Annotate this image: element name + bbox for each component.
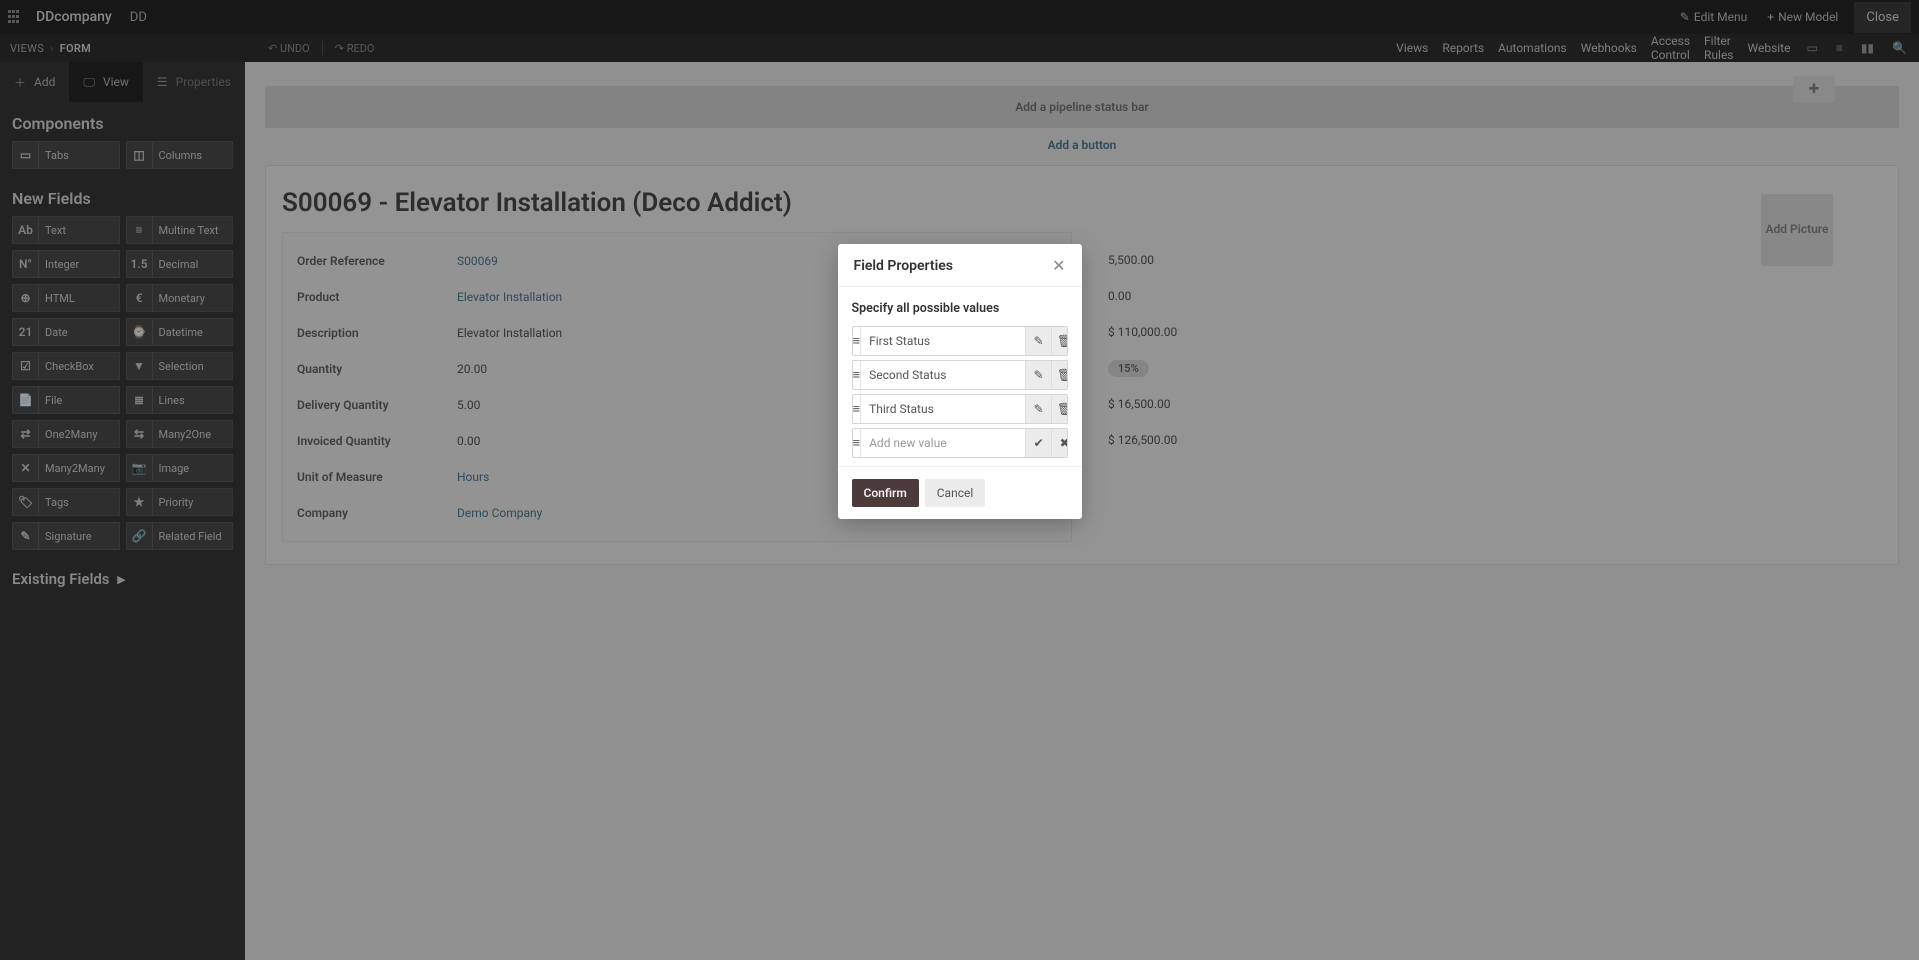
- delete-value-icon[interactable]: 🗑: [1051, 361, 1067, 389]
- drag-handle-icon[interactable]: ≡: [853, 429, 862, 457]
- drag-handle-icon[interactable]: ≡: [853, 361, 862, 389]
- cancel-button[interactable]: Cancel: [925, 479, 986, 507]
- value-row: ≡ ✎🗑: [852, 326, 1068, 356]
- delete-value-icon[interactable]: 🗑: [1051, 327, 1067, 355]
- value-row: ≡ ✎🗑: [852, 394, 1068, 424]
- modal-subtitle: Specify all possible values: [852, 301, 1068, 316]
- new-value-row: ≡ ✔ ✖: [852, 428, 1068, 458]
- value-input[interactable]: [861, 361, 1025, 389]
- edit-value-icon[interactable]: ✎: [1025, 395, 1051, 423]
- cancel-value-icon[interactable]: ✖: [1051, 429, 1067, 457]
- value-row: ≡ ✎🗑: [852, 360, 1068, 390]
- edit-value-icon[interactable]: ✎: [1025, 361, 1051, 389]
- new-value-input[interactable]: [861, 429, 1025, 457]
- modal-overlay[interactable]: Field Properties ✕ Specify all possible …: [0, 0, 1919, 960]
- drag-handle-icon[interactable]: ≡: [853, 327, 862, 355]
- value-input[interactable]: [861, 327, 1025, 355]
- value-input[interactable]: [861, 395, 1025, 423]
- drag-handle-icon[interactable]: ≡: [853, 395, 862, 423]
- confirm-value-icon[interactable]: ✔: [1025, 429, 1051, 457]
- delete-value-icon[interactable]: 🗑: [1051, 395, 1067, 423]
- modal-close-button[interactable]: ✕: [1052, 258, 1065, 274]
- edit-value-icon[interactable]: ✎: [1025, 327, 1051, 355]
- field-properties-modal: Field Properties ✕ Specify all possible …: [838, 244, 1082, 519]
- confirm-button[interactable]: Confirm: [852, 479, 919, 507]
- modal-title: Field Properties: [854, 258, 953, 274]
